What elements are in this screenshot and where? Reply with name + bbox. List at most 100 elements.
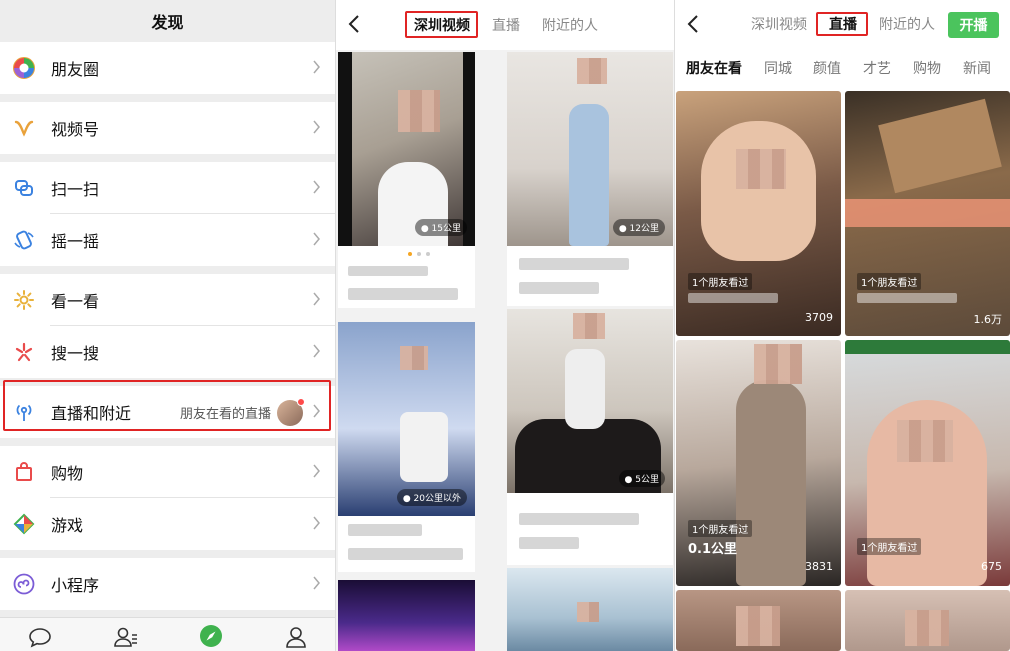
menu-moments[interactable]: 朋友圈	[0, 42, 335, 94]
chat-icon[interactable]	[28, 626, 52, 648]
letterbox	[463, 52, 475, 246]
live-card[interactable]	[845, 590, 1010, 651]
distance-badge: ● 15公里	[414, 219, 467, 236]
video-card[interactable]: ● 20公里以外	[338, 322, 475, 572]
friend-watched-label: 1个朋友看过	[857, 538, 922, 555]
menu-label: 搜一搜	[51, 344, 100, 363]
viewer-count: 3831	[805, 560, 833, 573]
blurred-face	[400, 346, 428, 370]
live-card[interactable]: 1个朋友看过 3709	[676, 91, 841, 336]
blurred-text	[348, 288, 458, 300]
scan-icon	[12, 176, 36, 200]
tab-shenzhen-video[interactable]: 深圳视频	[751, 14, 807, 34]
top-stories-icon	[12, 288, 36, 312]
chevron-right-icon	[313, 576, 320, 590]
tab-live[interactable]: 直播	[492, 15, 520, 35]
chevron-right-icon	[313, 344, 320, 358]
menu-group: 朋友圈	[0, 42, 335, 94]
distance-badge: ● 5公里	[618, 470, 665, 487]
bottom-tab-bar	[0, 617, 335, 651]
menu-label: 小程序	[51, 576, 100, 595]
menu-top-stories[interactable]: 看一看	[0, 274, 335, 326]
channels-icon	[12, 116, 36, 140]
blurred-face	[897, 420, 953, 462]
mini-program-icon	[12, 572, 36, 596]
menu-shake[interactable]: 摇一摇	[0, 214, 335, 266]
top-bar: 深圳视频 直播 附近的人	[336, 0, 674, 50]
figure-shape	[701, 121, 816, 261]
live-card[interactable]	[676, 590, 841, 651]
letterbox	[338, 52, 352, 246]
menu-channels[interactable]: 视频号	[0, 102, 335, 154]
distance-badge: ● 12公里	[612, 219, 665, 236]
back-icon[interactable]	[687, 14, 699, 34]
blurred-banner	[845, 199, 1010, 227]
tab-nearby-people[interactable]: 附近的人	[542, 15, 598, 35]
blurred-text	[857, 293, 957, 303]
carousel-dots	[408, 252, 430, 256]
back-icon[interactable]	[348, 14, 360, 34]
menu-shopping[interactable]: 购物	[0, 446, 335, 498]
chevron-right-icon	[313, 232, 320, 246]
blurred-face	[398, 90, 440, 132]
category-looks[interactable]: 颜值	[813, 58, 841, 78]
live-card[interactable]: 1个朋友看过 0.1公里 3831	[676, 340, 841, 586]
discover-compass-icon[interactable]	[199, 624, 223, 648]
friend-watched-label: 1个朋友看过	[688, 273, 753, 290]
figure-shape	[400, 412, 448, 482]
blurred-face	[754, 344, 802, 384]
video-card[interactable]	[338, 580, 475, 651]
category-news[interactable]: 新闻	[963, 58, 991, 78]
menu-scan[interactable]: 扫一扫	[0, 162, 335, 214]
blurred-face	[905, 610, 949, 646]
menu-label: 朋友圈	[51, 60, 100, 79]
blurred-face	[736, 149, 786, 189]
blurred-face	[736, 606, 780, 646]
tab-nearby-people[interactable]: 附近的人	[879, 14, 935, 34]
start-live-button[interactable]: 开播	[948, 12, 999, 38]
category-friends-watching[interactable]: 朋友在看	[686, 58, 742, 78]
live-card[interactable]: 1个朋友看过 1.6万	[845, 91, 1010, 336]
figure-shape	[569, 104, 609, 246]
highlight-box	[3, 380, 331, 431]
figure-shape	[736, 380, 806, 586]
menu-search[interactable]: 搜一搜	[0, 326, 335, 378]
live-card[interactable]: 1个朋友看过 675	[845, 340, 1010, 586]
video-thumbnail	[507, 568, 673, 651]
video-thumbnail: ● 12公里	[507, 52, 673, 246]
viewer-count: 3709	[805, 311, 833, 324]
chevron-right-icon	[313, 180, 320, 194]
blurred-text	[519, 537, 579, 549]
friend-watched-label: 1个朋友看过	[857, 273, 922, 290]
video-thumbnail: ● 5公里	[507, 309, 673, 493]
category-same-city[interactable]: 同城	[764, 58, 792, 78]
live-panel: 深圳视频 直播 附近的人 开播 朋友在看 同城 颜值 才艺 购物 新闻 1个朋友…	[674, 0, 1010, 651]
viewer-count: 675	[981, 560, 1002, 573]
highlight-box	[816, 12, 868, 36]
top-bar: 深圳视频 直播 附近的人 开播	[675, 0, 1010, 48]
menu-mini-programs[interactable]: 小程序	[0, 558, 335, 610]
blurred-face	[577, 58, 607, 84]
contacts-icon[interactable]	[113, 626, 139, 648]
category-talent[interactable]: 才艺	[863, 58, 891, 78]
search-star-icon	[12, 340, 36, 364]
video-thumbnail	[338, 580, 475, 651]
video-card[interactable]: ● 15公里	[338, 52, 475, 308]
blurred-text	[519, 513, 639, 525]
menu-group: 小程序	[0, 558, 335, 610]
menu-group: 购物 游戏	[0, 446, 335, 550]
games-icon	[12, 512, 36, 536]
menu-label: 视频号	[51, 120, 100, 139]
menu-games[interactable]: 游戏	[0, 498, 335, 550]
dot	[426, 252, 430, 256]
category-shopping[interactable]: 购物	[913, 58, 941, 78]
video-card[interactable]: ● 12公里	[507, 52, 673, 306]
video-card[interactable]	[507, 568, 673, 651]
chevron-right-icon	[313, 464, 320, 478]
chevron-right-icon	[313, 60, 320, 74]
me-icon[interactable]	[285, 626, 307, 648]
dot	[417, 252, 421, 256]
nearby-video-panel: 深圳视频 直播 附近的人 ● 15公里 ● 20公里以外 ● 12公里 ● 5公…	[335, 0, 674, 651]
video-card[interactable]: ● 5公里	[507, 309, 673, 565]
blurred-face	[573, 313, 605, 339]
